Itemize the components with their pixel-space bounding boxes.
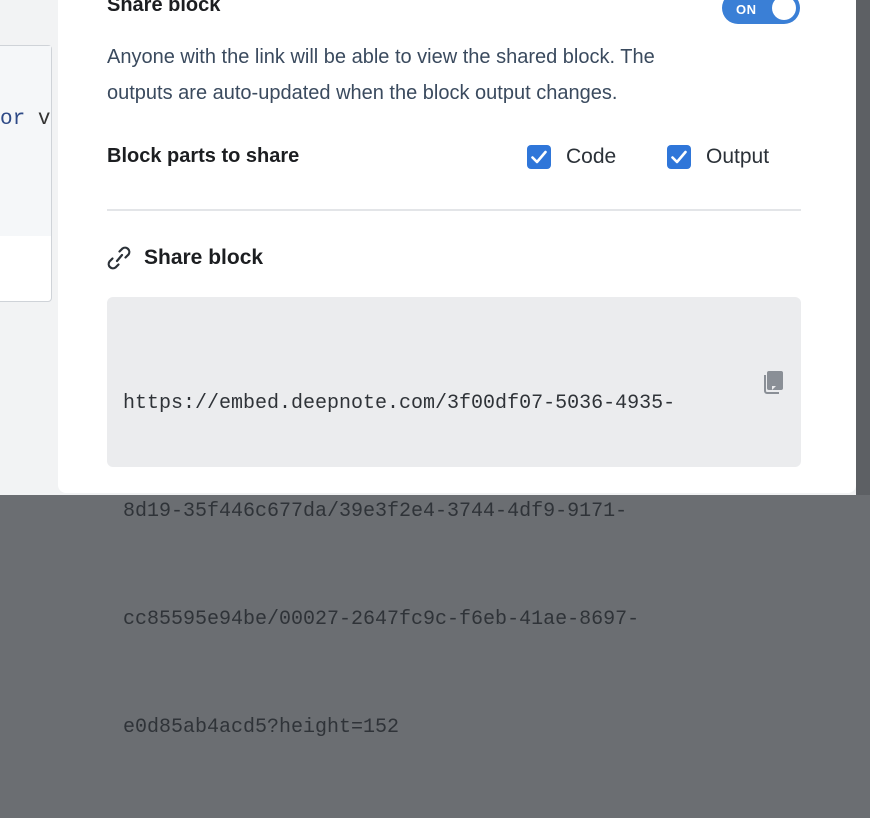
share-description: Anyone with the link will be able to vie…: [107, 39, 787, 111]
code-checkbox-label: Code: [566, 145, 617, 168]
toggle-on-label: ON: [736, 2, 757, 17]
cell-code-area: [0, 46, 51, 236]
share-toggle[interactable]: ON: [722, 0, 800, 24]
output-checkbox-label: Output: [706, 145, 770, 168]
checkmark-icon: [667, 145, 691, 169]
block-parts-label: Block parts to share: [107, 145, 300, 167]
share-block-modal: Share block ON Anyone with the link will…: [58, 0, 856, 739]
code-keyword: or: [0, 108, 26, 131]
url-line: cc85595e94be/00027-2647fc9c-f6eb-41ae-86…: [123, 608, 640, 631]
code-identifier: v: [25, 108, 51, 131]
share-url-box[interactable]: https://embed.deepnote.com/3f00df07-5036…: [107, 297, 801, 739]
notebook-cell: [0, 45, 52, 302]
description-line: outputs are auto-updated when the block …: [107, 82, 618, 104]
section-title: Share block: [107, 0, 221, 16]
link-icon: [107, 246, 131, 270]
copy-icon[interactable]: [763, 369, 785, 395]
checkmark-icon: [527, 145, 551, 169]
url-line: e0d85ab4acd5?height=152: [123, 716, 400, 739]
url-line: 8d19-35f446c677da/39e3f2e4-3744-4df9-917…: [123, 500, 628, 523]
url-line: https://embed.deepnote.com/3f00df07-5036…: [123, 392, 676, 415]
divider: [107, 209, 801, 211]
share-block-title: Share block: [144, 246, 264, 269]
toggle-knob: [772, 0, 796, 20]
background-right-edge: [856, 0, 870, 495]
output-checkbox[interactable]: Output: [667, 145, 769, 169]
description-line: Anyone with the link will be able to vie…: [107, 46, 655, 68]
share-url-text[interactable]: https://embed.deepnote.com/3f00df07-5036…: [123, 314, 743, 818]
cell-code-text: or v: [0, 108, 50, 131]
code-checkbox[interactable]: Code: [527, 145, 616, 169]
